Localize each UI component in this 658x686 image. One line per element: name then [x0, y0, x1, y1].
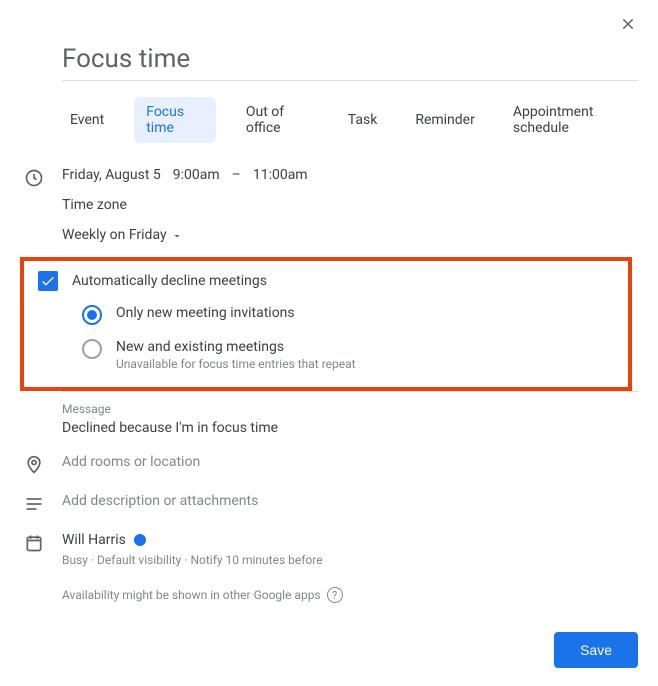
calendar-color-dot — [134, 534, 146, 546]
tab-out-of-office[interactable]: Out of office — [238, 97, 318, 143]
close-button[interactable] — [616, 12, 640, 36]
description-input[interactable]: Add description or attachments — [62, 493, 638, 509]
title-input[interactable]: Focus time — [62, 40, 638, 81]
clock-icon — [20, 167, 62, 188]
radio-icon — [82, 339, 102, 359]
event-type-tabs: Event Focus time Out of office Task Remi… — [62, 97, 638, 143]
location-input[interactable]: Add rooms or location — [62, 454, 638, 470]
radio-only-new-label: Only new meeting invitations — [116, 305, 295, 321]
help-icon[interactable]: ? — [327, 587, 343, 603]
calendar-settings-text[interactable]: Busy · Default visibility · Notify 10 mi… — [62, 553, 638, 567]
auto-decline-checkbox[interactable] — [38, 271, 58, 291]
timezone-button[interactable]: Time zone — [62, 197, 638, 213]
radio-new-and-existing[interactable]: New and existing meetings Unavailable fo… — [82, 339, 616, 371]
auto-decline-section: Automatically decline meetings Only new … — [20, 257, 632, 391]
description-icon — [20, 493, 62, 514]
radio-new-and-existing-label: New and existing meetings — [116, 339, 356, 355]
calendar-icon — [20, 532, 62, 553]
calendar-owner-name: Will Harris — [62, 532, 126, 548]
date-field[interactable]: Friday, August 5 — [62, 167, 161, 183]
radio-only-new[interactable]: Only new meeting invitations — [82, 305, 616, 325]
radio-new-and-existing-sublabel: Unavailable for focus time entries that … — [116, 357, 356, 371]
auto-decline-label: Automatically decline meetings — [72, 273, 267, 289]
tab-task[interactable]: Task — [340, 105, 386, 135]
start-time-field[interactable]: 9:00am — [173, 167, 220, 183]
availability-note: Availability might be shown in other Goo… — [62, 588, 321, 602]
message-label: Message — [62, 402, 638, 416]
tab-event[interactable]: Event — [62, 105, 112, 135]
recurrence-label: Weekly on Friday — [62, 227, 167, 243]
tab-focus-time[interactable]: Focus time — [134, 97, 216, 143]
radio-icon — [82, 305, 102, 325]
end-time-field[interactable]: 11:00am — [253, 167, 308, 183]
recurrence-dropdown[interactable]: Weekly on Friday — [62, 227, 638, 243]
location-icon — [20, 454, 62, 475]
tab-reminder[interactable]: Reminder — [407, 105, 483, 135]
save-button[interactable]: Save — [554, 632, 638, 668]
tab-appointment-schedule[interactable]: Appointment schedule — [505, 97, 638, 143]
chevron-down-icon — [171, 230, 183, 242]
calendar-owner-row[interactable]: Will Harris — [62, 532, 638, 548]
time-dash: – — [232, 167, 241, 183]
message-value[interactable]: Declined because I'm in focus time — [62, 420, 638, 436]
